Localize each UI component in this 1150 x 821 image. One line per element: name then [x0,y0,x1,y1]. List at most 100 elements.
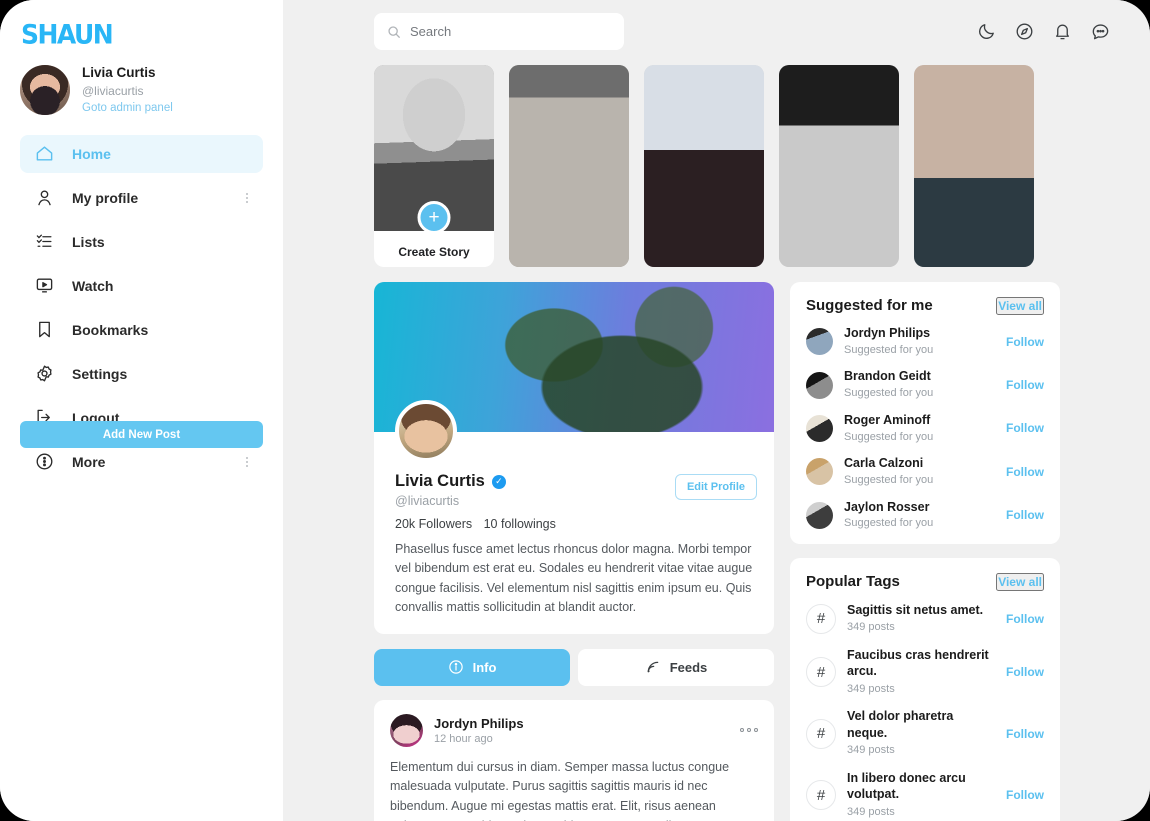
suggested-subtitle: Suggested for you [844,343,934,356]
tab-feeds[interactable]: Feeds [578,648,774,686]
suggested-subtitle: Suggested for you [844,517,934,530]
hash-icon: # [806,603,836,634]
follow-button[interactable]: Follow [1006,508,1044,522]
list-item[interactable]: Jaylon Rosser Suggested for you Follow [806,499,1044,532]
post-author: Jordyn Philips [434,715,524,731]
follow-button[interactable]: Follow [1006,335,1044,349]
list-item[interactable]: # Sagittis sit netus amet. 349 posts Fol… [806,602,1044,636]
search-box[interactable] [374,13,624,50]
popular-tags-view-all-button[interactable]: View all [996,572,1044,591]
story-thumbnail [914,65,1034,267]
tag-name: Faucibus cras hendrerit arcu. [847,647,989,679]
follow-button[interactable]: Follow [1006,788,1044,802]
app-logo[interactable]: SHAUN [21,21,263,48]
edit-profile-button[interactable]: Edit Profile [674,474,757,500]
tag-post-count: 349 posts [847,805,895,818]
verified-badge-icon: ✓ [491,474,506,489]
list-item[interactable]: Roger Aminoff Suggested for you Follow [806,412,1044,445]
sidebar-item-watch[interactable]: Watch [20,267,263,305]
list-item[interactable]: Carla Calzoni Suggested for you Follow [806,455,1044,488]
admin-panel-link[interactable]: Goto admin panel [82,100,173,117]
home-icon [34,143,55,164]
stories-row: + Create Story [374,65,1128,267]
suggested-name: Carla Calzoni [844,456,924,471]
post-timestamp: 12 hour ago [434,732,493,745]
tab-label: Info [472,659,497,675]
top-bar [374,13,1128,50]
list-item[interactable]: # Vel dolor pharetra neque. 349 posts Fo… [806,708,1044,759]
tag-post-count: 349 posts [847,621,895,634]
suggested-subtitle: Suggested for you [844,387,934,400]
bell-icon[interactable] [1053,22,1072,41]
moon-icon[interactable] [977,22,996,41]
popular-tags-title: Popular Tags [806,572,900,590]
followings-count: 10 followings [483,517,556,531]
sidebar-user-handle: @liviacurtis [82,83,144,98]
post-card: Jordyn Philips 12 hour ago Elementum dui… [374,699,774,821]
hash-icon: # [806,780,836,811]
suggested-for-me-card: Suggested for me View all Jordyn Philips… [790,282,1060,544]
create-story-label: Create Story [398,245,470,259]
message-icon[interactable] [1091,22,1110,41]
tab-info[interactable]: Info [374,648,570,686]
follow-button[interactable]: Follow [1006,727,1044,741]
story-card[interactable] [914,65,1034,267]
profile-tabs: Info Feeds [374,648,774,686]
plus-icon[interactable]: + [417,201,451,234]
list-item[interactable]: Brandon Geidt Suggested for you Follow [806,368,1044,401]
content-columns: Edit Profile Livia Curtis ✓ @liviacurtis… [374,282,1128,821]
sidebar-item-label: My profile [72,189,139,206]
sidebar-item-more-icon[interactable] [245,191,249,205]
more-icon [34,451,55,472]
sidebar-item-my-profile[interactable]: My profile [20,179,263,217]
suggested-name: Jaylon Rosser [844,499,930,514]
bookmark-icon [34,319,55,340]
sidebar-item-settings[interactable]: Settings [20,355,263,393]
search-input[interactable] [410,24,611,39]
suggested-title: Suggested for me [806,297,933,314]
more-horizontal-icon[interactable] [740,728,758,732]
create-story-card[interactable]: + Create Story [374,65,494,267]
tag-post-count: 349 posts [847,682,895,695]
follow-button[interactable]: Follow [1006,421,1044,435]
page-title: Livia Curtis [395,472,485,490]
gear-icon [34,363,55,384]
story-card[interactable] [509,65,629,267]
list-item[interactable]: # In libero donec arcu volutpat. 349 pos… [806,770,1044,821]
suggested-name: Roger Aminoff [844,412,931,427]
sidebar-item-label: More [72,453,106,470]
avatar [806,501,833,529]
avatar[interactable] [390,713,423,747]
story-thumbnail [644,65,764,267]
follow-button[interactable]: Follow [1006,665,1044,679]
sidebar-item-label: Home [72,145,111,162]
sidebar-item-bookmarks[interactable]: Bookmarks [20,311,263,349]
lists-icon [34,231,55,252]
hash-icon: # [806,657,836,688]
sidebar-item-lists[interactable]: Lists [20,223,263,261]
suggested-view-all-button[interactable]: View all [996,297,1044,315]
list-item[interactable]: Jordyn Philips Suggested for you Follow [806,325,1044,358]
avatar [806,328,833,356]
watch-icon [34,275,55,296]
app-window: SHAUN Livia Curtis @liviacurtis Goto adm… [0,0,1150,821]
compass-icon[interactable] [1015,22,1034,41]
sidebar-user-name: Livia Curtis [82,65,156,80]
follow-button[interactable]: Follow [1006,465,1044,479]
search-icon [387,25,401,39]
sidebar-item-home[interactable]: Home [20,134,263,173]
main-content: + Create Story Edit Profile Liv [283,0,1150,821]
list-item[interactable]: # Faucibus cras hendrerit arcu. 349 post… [806,647,1044,698]
add-new-post-button[interactable]: Add New Post [20,421,263,448]
avatar [20,65,70,116]
suggested-subtitle: Suggested for you [844,430,934,443]
story-card[interactable] [644,65,764,267]
sidebar-item-more-icon[interactable] [245,455,249,469]
rss-icon [645,659,661,675]
story-card[interactable] [779,65,899,267]
sidebar-item-label: Settings [72,365,128,382]
sidebar-user[interactable]: Livia Curtis @liviacurtis Goto admin pan… [20,64,263,117]
follow-button[interactable]: Follow [1006,378,1044,392]
sidebar-item-more[interactable]: More [20,443,263,481]
follow-button[interactable]: Follow [1006,612,1044,626]
